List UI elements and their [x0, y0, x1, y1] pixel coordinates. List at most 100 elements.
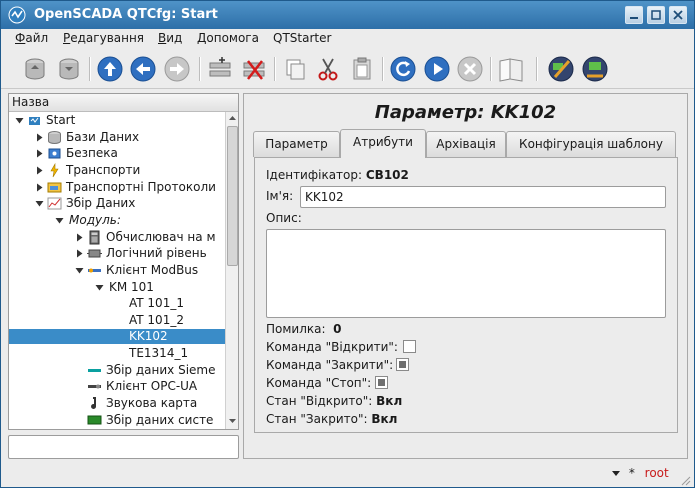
id-label: Ідентифікатор: CB102	[266, 168, 409, 182]
tree-scroll-thumb[interactable]	[227, 126, 238, 266]
page-title: Параметр: KK102	[374, 102, 557, 123]
forward-icon[interactable]	[163, 55, 191, 83]
tree-item[interactable]: KM 101	[9, 280, 225, 295]
stop-icon[interactable]	[456, 55, 484, 83]
tree-item[interactable]: Звукова карта	[9, 396, 225, 411]
station-icon	[29, 117, 40, 125]
soundcard-icon	[91, 397, 97, 410]
start-icon[interactable]	[423, 55, 451, 83]
tree-item[interactable]: Збір даних систе	[9, 413, 225, 428]
close-button[interactable]	[669, 6, 687, 24]
tree-item[interactable]: Безпека	[9, 146, 225, 161]
description-label: Опис:	[266, 211, 302, 225]
tab-parameter[interactable]: Параметр	[253, 131, 340, 157]
expand-arrow-right-icon[interactable]	[35, 133, 44, 142]
tab-attributes[interactable]: Атрибути	[340, 129, 426, 158]
tree-item[interactable]: AT 101_1	[9, 296, 225, 311]
db-save-icon[interactable]	[55, 55, 83, 83]
tree-item-label: TE1314_1	[129, 346, 189, 361]
maximize-button[interactable]	[647, 6, 665, 24]
expand-arrow-down-icon[interactable]	[75, 266, 84, 275]
expand-arrow-down-icon[interactable]	[95, 283, 104, 292]
toolbar-separator	[89, 57, 91, 81]
tree-item-label: Збір Даних	[66, 196, 136, 211]
name-input[interactable]: KK102	[300, 186, 666, 208]
refresh-icon[interactable]	[389, 55, 417, 83]
tree-item[interactable]: Транспортні Протоколи	[9, 180, 225, 195]
expand-arrow-down-icon[interactable]	[35, 199, 44, 208]
tree-item[interactable]: Збір Даних	[9, 196, 225, 211]
module-icon-1[interactable]	[547, 55, 575, 83]
transport-icon	[50, 162, 59, 178]
tree-header[interactable]: Назва	[9, 94, 238, 112]
expand-arrow-down-icon[interactable]	[15, 116, 24, 125]
db-load-icon[interactable]	[21, 55, 49, 83]
scroll-down-icon[interactable]	[226, 414, 239, 427]
manual-icon[interactable]	[497, 55, 525, 83]
state-closed-label: Стан "Закрито": Вкл	[266, 412, 398, 426]
cmd-close-checkbox[interactable]	[396, 358, 409, 371]
cut-icon[interactable]	[314, 55, 342, 83]
tree-item-label: Транспортні Протоколи	[66, 179, 216, 194]
menu-qtstarter[interactable]: QTStarter	[273, 31, 331, 45]
tree-item[interactable]: TE1314_1	[9, 346, 225, 361]
tree-item[interactable]: Обчислювач на м	[9, 230, 225, 245]
menu-view[interactable]: Вид	[158, 31, 182, 45]
tree-item-label: Звукова карта	[106, 396, 198, 411]
tree-item-label: Бази Даних	[66, 129, 140, 144]
minimize-button[interactable]	[625, 6, 643, 24]
expand-arrow-down-icon[interactable]	[55, 216, 64, 225]
tree-scrollbar[interactable]	[225, 112, 238, 429]
tree-item[interactable]: AT 101_2	[9, 313, 225, 328]
error-value: 0	[333, 322, 342, 336]
toolbar-separator	[490, 57, 492, 81]
scroll-up-icon[interactable]	[226, 112, 239, 125]
user-menu[interactable]: * root	[611, 466, 669, 480]
cmd-open-label: Команда "Відкрити":	[266, 340, 398, 354]
expand-arrow-right-icon[interactable]	[75, 249, 84, 258]
state-open-label: Стан "Відкрито": Вкл	[266, 394, 403, 408]
tree-item[interactable]: KK102	[9, 329, 225, 345]
delete-item-icon[interactable]	[240, 55, 268, 83]
menu-help[interactable]: Допомога	[197, 31, 259, 45]
minimize-icon	[630, 17, 638, 19]
tab-archiving[interactable]: Архівація	[426, 131, 506, 157]
menu-bar: Файл Редагування Вид Допомога QTStarter	[1, 29, 694, 49]
paste-icon[interactable]	[348, 55, 376, 83]
expand-arrow-right-icon[interactable]	[35, 183, 44, 192]
tree-item-label: KK102	[129, 329, 168, 344]
state-closed-value: Вкл	[371, 412, 398, 426]
tree-item[interactable]: Логічний рівень	[9, 246, 225, 261]
back-icon[interactable]	[129, 55, 157, 83]
tree-item[interactable]: Бази Даних	[9, 130, 225, 145]
id-value: CB102	[365, 168, 409, 182]
calculator-icon	[89, 230, 100, 245]
tree-item[interactable]: Модуль:	[9, 213, 225, 228]
tree-item[interactable]: Клієнт OPC-UA	[9, 379, 225, 394]
expand-arrow-right-icon[interactable]	[75, 233, 84, 242]
tree-item-label: Модуль:	[69, 212, 121, 227]
menu-edit[interactable]: Редагування	[63, 31, 144, 45]
description-textarea[interactable]	[266, 229, 666, 318]
tab-template-config[interactable]: Конфігурація шаблону	[506, 131, 676, 157]
maximize-icon	[651, 10, 661, 20]
title-bar[interactable]: OpenSCADA QTCfg: Start	[1, 1, 694, 29]
add-item-icon[interactable]	[206, 55, 234, 83]
tree-item-label: AT 101_1	[129, 296, 184, 311]
expand-arrow-right-icon[interactable]	[35, 149, 44, 158]
up-icon[interactable]	[96, 55, 124, 83]
tree-item[interactable]: Збір даних Sieme	[9, 363, 225, 378]
resize-grip-icon[interactable]	[679, 474, 691, 486]
status-message-field[interactable]	[8, 435, 239, 459]
status-star: *	[628, 466, 635, 480]
cmd-stop-checkbox[interactable]	[375, 376, 388, 389]
navigation-tree[interactable]: Назва Start Бази Даних Безпека Транспорти Тр…	[8, 93, 239, 430]
menu-file[interactable]: Файл	[15, 31, 48, 45]
tree-item[interactable]: Транспорти	[9, 162, 225, 178]
module-icon-2[interactable]	[581, 55, 609, 83]
expand-arrow-right-icon[interactable]	[35, 166, 44, 175]
tree-item[interactable]: Start	[9, 113, 225, 128]
copy-icon[interactable]	[281, 55, 309, 83]
tree-item[interactable]: Клієнт ModBus	[9, 263, 225, 278]
cmd-open-checkbox[interactable]	[403, 340, 416, 353]
